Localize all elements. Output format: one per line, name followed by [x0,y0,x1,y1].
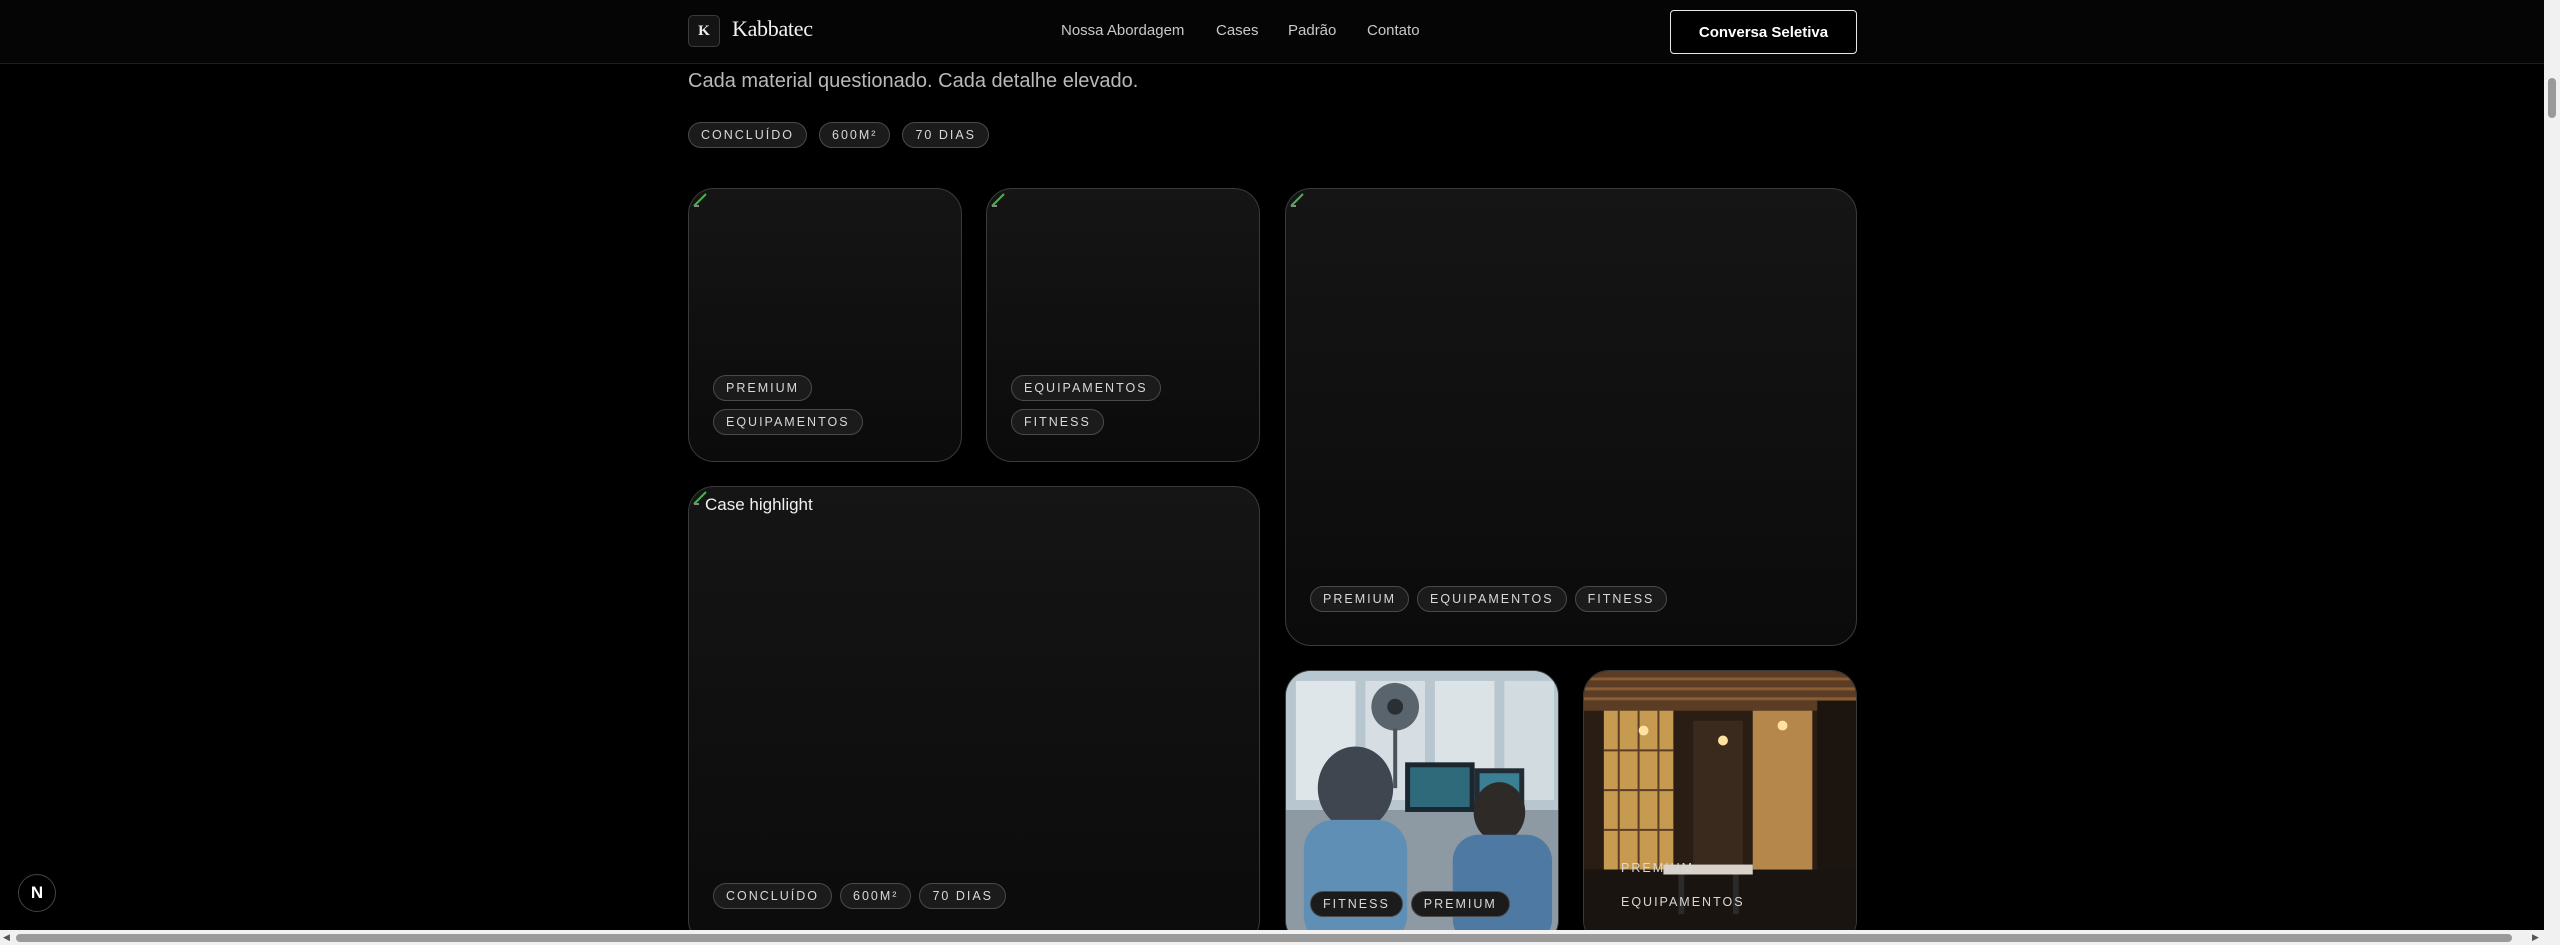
case-card-3[interactable]: PREMIUM EQUIPAMENTOS FITNESS [1285,188,1857,646]
broken-image-icon [1290,193,1304,207]
case-card-5[interactable]: FITNESS PREMIUM [1285,670,1559,945]
broken-image-icon [693,193,707,207]
tag-equipamentos: EQUIPAMENTOS [713,409,863,435]
tag-fitness: FITNESS [1310,891,1403,917]
card-tags: PREMIUM EQUIPAMENTOS FITNESS [1310,586,1830,612]
nav-link-contato[interactable]: Contato [1367,22,1420,39]
tag-premium: PREMIUM [1410,891,1510,917]
card-tags: FITNESS PREMIUM [1310,891,1540,917]
scroll-right-arrow-icon[interactable]: ▶ [2532,932,2539,943]
image-alt-text: Case highlight [705,495,813,514]
card-tags: PREMIUM EQUIPAMENTOS [713,375,943,435]
card-tags: EQUIPAMENTOS FITNESS [1011,375,1241,435]
tag-premium: PREMIUM [1621,861,1695,875]
top-navbar: K Kabbatec Nossa Abordagem Cases Padrão … [0,0,2544,64]
tag-fitness: FITNESS [1574,586,1668,612]
broken-image-icon [991,193,1005,207]
logo-mark[interactable]: K [688,15,720,47]
tag-equipamentos: EQUIPAMENTOS [1621,895,1745,909]
nav-link-cases[interactable]: Cases [1216,22,1259,39]
tag-premium: PREMIUM [713,375,813,401]
card-tags: PREMIUM EQUIPAMENTOS [1608,855,1838,915]
nav-link-nossa-abordagem[interactable]: Nossa Abordagem [1061,22,1184,39]
vertical-scroll-thumb[interactable] [2548,78,2556,118]
meta-tag-status: CONCLUÍDO [688,122,808,148]
nav-link-padrao[interactable]: Padrão [1288,22,1336,39]
tag-premium: PREMIUM [1310,586,1410,612]
case-card-2[interactable]: EQUIPAMENTOS FITNESS [986,188,1260,462]
case-card-6[interactable]: PREMIUM EQUIPAMENTOS [1583,670,1857,945]
nextjs-devtools-badge[interactable]: N [18,874,56,912]
tag-equipamentos: EQUIPAMENTOS [1417,586,1567,612]
conversa-seletiva-button[interactable]: Conversa Seletiva [1670,10,1857,54]
case-card-highlight[interactable]: Case highlight CONCLUÍDO 600M² 70 DIAS [688,486,1260,945]
project-meta-tags: CONCLUÍDO 600M² 70 DIAS [688,122,990,148]
tag-duration: 70 DIAS [919,883,1007,909]
meta-tag-area: 600M² [819,122,891,148]
horizontal-scroll-thumb[interactable] [16,934,2512,942]
page: K Kabbatec Nossa Abordagem Cases Padrão … [0,0,2560,945]
logo-letter: K [698,22,710,39]
case-card-1[interactable]: PREMIUM EQUIPAMENTOS [688,188,962,462]
brand-name[interactable]: Kabbatec [732,16,813,42]
meta-tag-duration: 70 DIAS [902,122,990,148]
tag-equipamentos: EQUIPAMENTOS [1011,375,1161,401]
hero-intro-text: Cada material questionado. Cada detalhe … [688,70,1139,92]
tag-fitness: FITNESS [1011,409,1104,435]
card-tags: CONCLUÍDO 600M² 70 DIAS [713,883,1233,909]
vertical-scrollbar[interactable] [2544,0,2560,930]
tag-status: CONCLUÍDO [713,883,833,909]
tag-area: 600M² [840,883,912,909]
scroll-left-arrow-icon[interactable]: ◀ [3,932,10,943]
